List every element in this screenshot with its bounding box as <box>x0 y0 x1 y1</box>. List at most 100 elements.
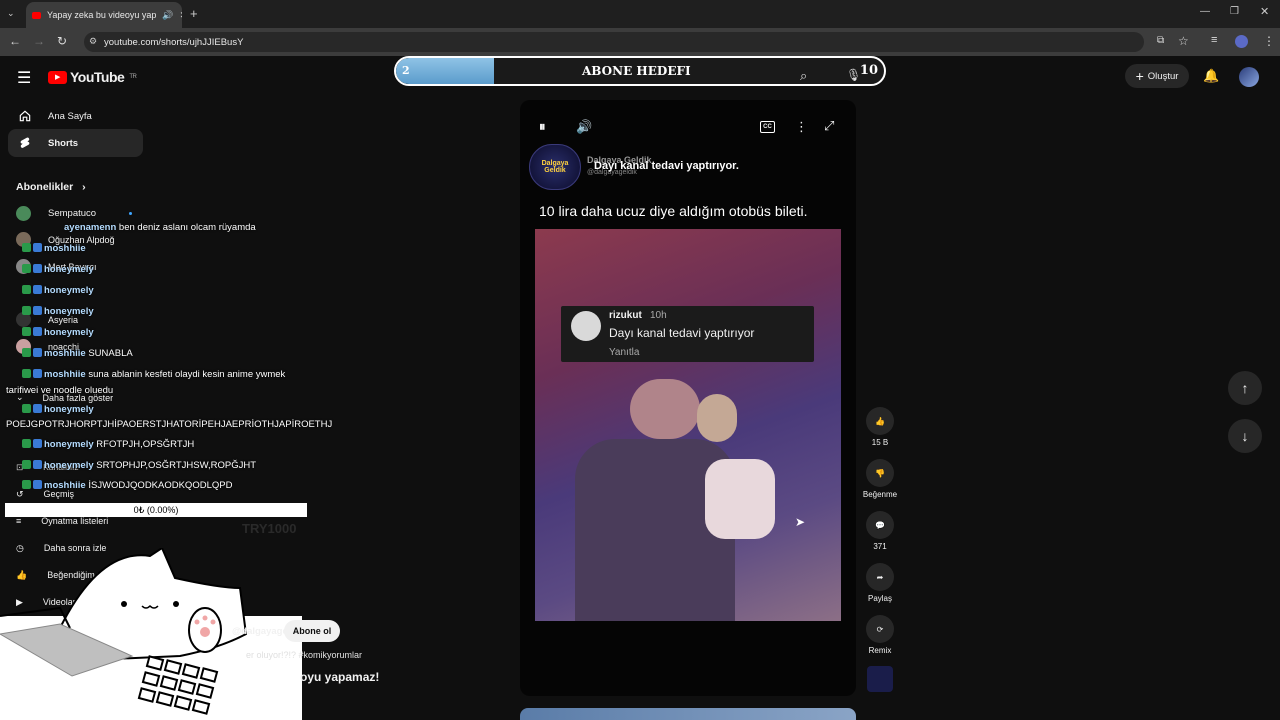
next-short-button[interactable]: ↓ <box>1228 419 1262 453</box>
youtube-favicon <box>32 11 41 19</box>
comments-button[interactable]: 💬 371 <box>862 511 898 551</box>
pause-icon[interactable]: ⏸ <box>539 119 546 135</box>
goal-current: 2 <box>402 64 410 77</box>
verified-badge-icon <box>33 264 42 273</box>
chat-message: POEJGPOTRJHORPTJHİPAOERSTJHATORİPEHJAEPR… <box>6 419 332 430</box>
chat-user: moshhiie <box>44 480 86 491</box>
goal-target: 10 <box>859 63 878 78</box>
arrow-up-icon: ↑ <box>1241 380 1249 396</box>
captions-icon[interactable]: CC <box>760 121 775 133</box>
close-window-icon[interactable]: ✕ <box>1260 5 1269 18</box>
minimize-icon[interactable]: — <box>1200 6 1210 17</box>
remix-icon: ⟳ <box>866 615 894 643</box>
chat-message: tarifiwei ve noodle oluedu <box>6 385 113 396</box>
browser-tab[interactable]: Yapay zeka bu videoyu yap 🔊 ✕ <box>26 2 182 28</box>
sidebar-label: Ana Sayfa <box>48 110 92 122</box>
chat-overlay: ayenamenn ben deniz aslanı olcam rüyamda… <box>0 222 340 492</box>
channel-logo[interactable]: Dalgaya Geldik <box>529 144 581 190</box>
plus-icon: + <box>1135 68 1144 84</box>
more-options-icon[interactable]: ⋮ <box>795 119 808 135</box>
sidebar-label: Oynatma listeleri <box>41 516 109 526</box>
chat-message: honeymely <box>22 404 94 415</box>
sub-badge-icon <box>22 439 31 448</box>
donation-progress-text: 0₺ (0.00%) <box>133 504 179 515</box>
sidebar-label: Shorts <box>48 137 79 149</box>
share-button[interactable]: ➦ Paylaş <box>862 563 898 603</box>
volume-icon[interactable]: 🔊 <box>576 119 592 135</box>
video-caption: 10 lira daha ucuz diye aldığım otobüs bi… <box>539 203 808 219</box>
previous-short-button[interactable]: ↑ <box>1228 371 1262 405</box>
remix-button[interactable]: ⟳ Remix <box>862 615 898 655</box>
tab-close-icon[interactable]: ✕ <box>180 10 182 21</box>
like-button[interactable]: 👍 15 B <box>862 407 898 447</box>
subs-title: Abonelikler <box>16 181 74 193</box>
verified-badge-icon <box>33 480 42 489</box>
chat-user: honeymely <box>44 285 94 296</box>
sub-badge-icon <box>22 480 31 489</box>
comment-icon: 💬 <box>866 511 894 539</box>
sub-badge-icon <box>22 243 31 252</box>
sidebar-item-shorts[interactable]: Shorts <box>8 129 143 157</box>
voice-search-icon[interactable]: 🎙 <box>846 68 861 82</box>
share-label: Paylaş <box>867 594 892 603</box>
sidebar-item-playlists[interactable]: ≡ Oynatma listeleri <box>16 516 108 526</box>
hamburger-menu-icon[interactable]: ☰ <box>17 68 31 88</box>
chat-text: SRTOPHJP,OSĞRTJHSW,ROPĞJHT <box>96 460 257 471</box>
fullscreen-icon[interactable]: ⤢ <box>824 118 834 134</box>
youtube-logo[interactable]: ▶ YouTube TR <box>48 69 137 85</box>
media-icon[interactable]: ≡ <box>1211 34 1217 46</box>
new-tab-icon[interactable]: + <box>190 6 198 21</box>
sub-badge-icon <box>22 460 31 469</box>
browser-menu-icon[interactable]: ⋮ <box>1263 34 1275 48</box>
back-icon[interactable]: ← <box>9 34 21 48</box>
subscribe-label: Abone ol <box>292 626 332 636</box>
dislike-label: Beğenme <box>862 490 898 499</box>
subscribe-button[interactable]: Abone ol <box>284 620 340 642</box>
sound-channel-thumbnail[interactable] <box>867 666 893 692</box>
thumbs-down-icon: 👎 <box>866 459 894 487</box>
notifications-bell-icon[interactable]: 🔔 <box>1203 68 1219 84</box>
verified-badge-icon <box>33 460 42 469</box>
chat-message: ayenamenn ben deniz aslanı olcam rüyamda <box>64 222 256 233</box>
chat-text: ben deniz aslanı olcam rüyamda <box>118 222 256 233</box>
short-title: oyu yapamaz! <box>300 670 380 684</box>
comment-time: 10h <box>650 310 667 321</box>
chat-message: honeymely <box>22 306 94 317</box>
account-avatar[interactable] <box>1239 67 1259 87</box>
chat-text: suna ablanin kesfeti olaydi kesin anime … <box>88 369 286 380</box>
create-button[interactable]: + Oluştur <box>1125 64 1189 88</box>
commenter-avatar <box>571 311 601 341</box>
shorts-icon <box>20 137 30 148</box>
dislike-button[interactable]: 👎 Beğenme <box>862 459 898 499</box>
install-icon[interactable]: ⧉ <box>1157 35 1164 46</box>
next-short-preview[interactable] <box>520 708 856 720</box>
chat-message: moshhiie <box>22 243 86 254</box>
chat-text: SUNABLA <box>88 348 133 359</box>
sub-badge-icon <box>22 285 31 294</box>
address-bar[interactable]: youtube.com/shorts/ujhJJIEBusY <box>84 32 1144 52</box>
channel-item[interactable]: Sempatuco <box>16 206 133 221</box>
profile-avatar[interactable] <box>1235 35 1248 48</box>
verified-badge-icon <box>33 439 42 448</box>
chat-message: honeymely RFOTPJH,OPSĞRTJH <box>22 439 194 450</box>
bookmark-star-icon[interactable]: ☆ <box>1178 34 1189 48</box>
reload-icon[interactable]: ↻ <box>57 34 67 48</box>
forward-icon[interactable]: → <box>33 34 45 48</box>
thumbs-up-icon: 👍 <box>866 407 894 435</box>
restore-icon[interactable]: ❐ <box>1230 6 1239 17</box>
sidebar-item-home[interactable]: Ana Sayfa <box>8 102 143 130</box>
channel-name: Sempatuco <box>48 208 97 219</box>
donation-goal-amount: TRY1000 <box>242 521 297 536</box>
tab-search-icon[interactable]: ⌄ <box>7 8 15 19</box>
comment-overlay: rizukut 10h Dayı kanal tedavi yaptırıyor… <box>561 306 814 362</box>
subscriptions-header[interactable]: Abonelikler › <box>16 181 86 193</box>
chat-message: honeymely SRTOPHJP,OSĞRTJHSW,ROPĞJHT <box>22 460 256 471</box>
video-frame[interactable] <box>535 229 841 621</box>
chat-user: moshhiie <box>44 243 86 254</box>
search-icon[interactable]: ⌕ <box>800 68 807 84</box>
share-icon: ➦ <box>866 563 894 591</box>
url-text: youtube.com/shorts/ujhJJIEBusY <box>104 36 244 48</box>
home-icon <box>19 110 31 122</box>
site-info-icon[interactable]: ⚙ <box>89 36 97 47</box>
create-label: Oluştur <box>1147 70 1179 82</box>
